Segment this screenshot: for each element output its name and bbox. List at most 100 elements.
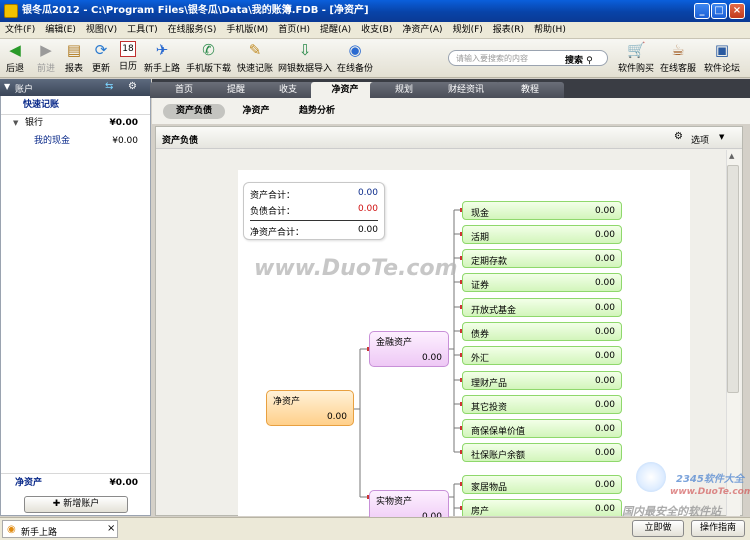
back-button[interactable]: ◀ 后退 <box>6 41 24 74</box>
menu-help[interactable]: 帮助(H) <box>529 22 571 39</box>
chevron-down-icon[interactable]: ▼ <box>719 133 724 141</box>
forward-button[interactable]: ▶ 前进 <box>37 41 55 74</box>
leaf-securities[interactable]: 证券 0.00 <box>462 273 622 292</box>
leaf-insurance-value[interactable]: 商保保单价值 0.00 <box>462 419 622 438</box>
globe-icon: ◉ <box>348 41 362 59</box>
menu-edit[interactable]: 编辑(E) <box>40 22 81 39</box>
menu-tools[interactable]: 工具(T) <box>122 22 163 39</box>
menu-mobile[interactable]: 手机版(M) <box>221 22 273 39</box>
tab-net-assets[interactable]: 净资产 <box>311 82 379 98</box>
task-tab[interactable]: ◉ 新手上路 × <box>2 520 118 538</box>
scrollbar-thumb[interactable] <box>727 165 739 393</box>
leaf-time-deposit[interactable]: 定期存款 0.00 <box>462 249 622 268</box>
menu-view[interactable]: 视图(V) <box>81 22 122 39</box>
import-icon: ⇩ <box>298 41 312 59</box>
calendar-button[interactable]: 18 日历 <box>119 41 137 72</box>
bank-import-button[interactable]: ⇩ 网银数据导入 <box>278 41 332 74</box>
online-support-button[interactable]: ☕ 在线客服 <box>660 41 696 74</box>
menu-reminder[interactable]: 提醒(A) <box>315 22 356 39</box>
forum-icon: ▣ <box>714 41 730 59</box>
report-button[interactable]: ▤ 报表 <box>65 41 83 74</box>
leaf-wealth-products[interactable]: 理财产品 0.00 <box>462 371 622 390</box>
minimize-button[interactable]: _ <box>694 3 710 19</box>
tab-finance-news[interactable]: 财经资讯 <box>432 82 500 98</box>
tab-planning[interactable]: 规划 <box>370 82 438 98</box>
transfer-icon[interactable]: ⇆ <box>105 81 113 92</box>
leaf-bonds[interactable]: 债券 0.00 <box>462 322 622 341</box>
gear-icon[interactable]: ⚙ <box>674 131 683 142</box>
search-placeholder: 请输入要搜索的内容 <box>456 54 528 63</box>
subtab-net-assets[interactable]: 净资产 <box>232 104 280 119</box>
forum-button[interactable]: ▣ 软件论坛 <box>704 41 740 74</box>
menu-reports[interactable]: 报表(R) <box>488 22 529 39</box>
task-icon: ◉ <box>7 524 16 535</box>
online-backup-button[interactable]: ◉ 在线备份 <box>337 41 373 74</box>
toolbar: ◀ 后退 ▶ 前进 ▤ 报表 ⟳ 更新 18 日历 ✈ 新手上路 ✆ 手机版下载 ✎ 快速记账 … <box>0 39 750 78</box>
menu-online-service[interactable]: 在线服务(S) <box>163 22 222 39</box>
menu-home[interactable]: 首页(H) <box>273 22 315 39</box>
menu-income-expense[interactable]: 收支(B) <box>356 22 397 39</box>
gear-icon[interactable]: ⚙ <box>128 81 137 92</box>
buy-software-button[interactable]: 🛒 软件购买 <box>618 41 654 74</box>
update-button[interactable]: ⟳ 更新 <box>92 41 110 74</box>
maximize-button[interactable]: □ <box>711 3 727 19</box>
leaf-demand-deposit[interactable]: 活期 0.00 <box>462 225 622 244</box>
scroll-up-icon[interactable]: ▲ <box>729 152 734 160</box>
back-arrow-icon: ◀ <box>9 41 21 59</box>
tree-connectors <box>354 208 463 516</box>
search-icon: ⚲ <box>586 56 593 66</box>
forward-arrow-icon: ▶ <box>40 41 52 59</box>
leaf-open-fund[interactable]: 开放式基金 0.00 <box>462 298 622 317</box>
status-bar: ◉ 新手上路 × 立即做 操作指南 <box>0 517 750 540</box>
collapse-icon[interactable]: ▼ <box>4 82 10 91</box>
window-title: 银冬瓜2012 - C:\Program Files\银冬瓜\Data\我的账簿… <box>22 5 369 16</box>
watermark-corner-1: 2345软件大全 <box>676 474 744 485</box>
options-button[interactable]: 选项 <box>691 133 709 146</box>
leaf-real-estate[interactable]: 房产 0.00 <box>462 499 622 517</box>
expand-icon: ▼ <box>13 119 19 127</box>
menu-file[interactable]: 文件(F) <box>0 22 40 39</box>
node-net-assets[interactable]: 净资产 0.00 <box>266 390 354 426</box>
subtab-trend-analysis[interactable]: 趋势分析 <box>289 104 345 119</box>
report-icon: ▤ <box>66 41 82 59</box>
quick-entry-button[interactable]: ✎ 快速记账 <box>237 41 273 74</box>
calendar-icon: 18 <box>120 41 136 57</box>
subtab-balance-sheet[interactable]: 资产负债 <box>163 104 225 119</box>
menu-net-assets[interactable]: 净资产(A) <box>397 22 447 39</box>
do-now-button[interactable]: 立即做 <box>632 520 684 537</box>
refresh-icon: ⟳ <box>94 41 108 59</box>
mobile-download-button[interactable]: ✆ 手机版下载 <box>186 41 231 74</box>
account-group-bank[interactable]: ▼ 银行 ¥0.00 <box>1 116 150 131</box>
account-item-cash[interactable]: 我的现金 ¥0.00 <box>1 134 150 149</box>
divider <box>1 114 150 115</box>
watermark-main: www.DuoTe.com <box>254 256 458 281</box>
net-assets-total: 净资产 ¥0.00 <box>15 478 138 488</box>
beginner-guide-button[interactable]: ✈ 新手上路 <box>144 41 180 74</box>
account-pane-header: ▼ 账户 ⇆ ⚙ <box>0 79 151 96</box>
leaf-cash[interactable]: 现金 0.00 <box>462 201 622 220</box>
leaf-household-goods[interactable]: 家居物品 0.00 <box>462 475 622 494</box>
menu-bar: 文件(F) 编辑(E) 视图(V) 工具(T) 在线服务(S) 手机版(M) 首页(H) 提醒… <box>0 22 750 39</box>
operation-guide-button[interactable]: 操作指南 <box>691 520 745 537</box>
close-button[interactable]: × <box>729 3 745 19</box>
divider <box>1 473 150 474</box>
panel-header: 资产负债 ⚙ 选项 ▼ <box>156 127 742 149</box>
leaf-forex[interactable]: 外汇 0.00 <box>462 346 622 365</box>
search-button[interactable]: 搜索 ⚲ <box>565 53 593 66</box>
support-icon: ☕ <box>671 41 685 59</box>
app-icon <box>4 4 18 18</box>
close-icon[interactable]: × <box>107 523 115 534</box>
leaf-social-security[interactable]: 社保账户余额 0.00 <box>462 443 622 462</box>
quick-entry-link[interactable]: 快速记账 <box>1 98 150 113</box>
menu-planning[interactable]: 规划(F) <box>448 22 488 39</box>
cart-icon: 🛒 <box>627 41 646 59</box>
plus-icon: ✚ <box>52 499 64 509</box>
guide-icon: ✈ <box>155 41 169 59</box>
mobile-icon: ✆ <box>202 41 215 59</box>
add-account-button[interactable]: ✚ 新增账户 <box>24 496 128 513</box>
pencil-icon: ✎ <box>248 41 262 59</box>
watermark-corner-2: www.DuoTe.com <box>670 487 750 497</box>
node-financial-assets[interactable]: 金融资产 0.00 <box>369 331 449 367</box>
tab-tutorial[interactable]: 教程 <box>496 82 564 98</box>
leaf-other-investments[interactable]: 其它投资 0.00 <box>462 395 622 414</box>
